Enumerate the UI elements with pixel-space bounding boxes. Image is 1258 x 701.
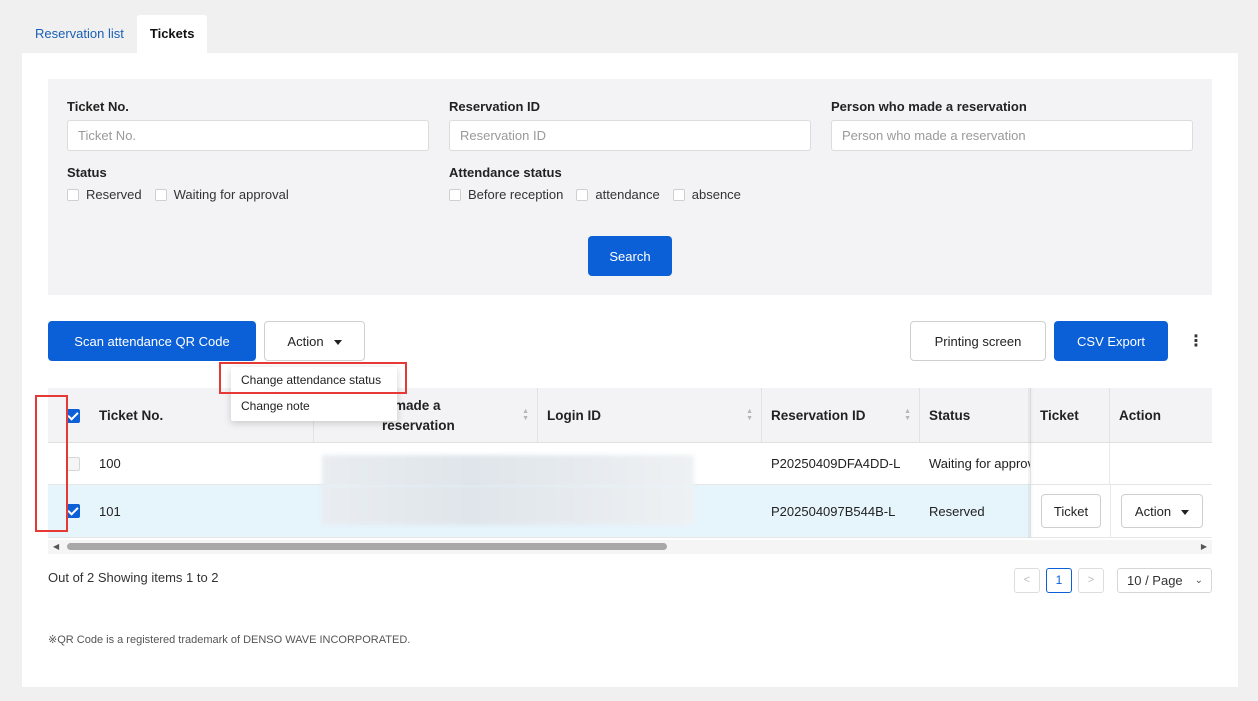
col-label: Ticket No. — [99, 408, 164, 423]
scroll-left-icon[interactable]: ◀ — [53, 542, 59, 551]
col-label: Action — [1119, 408, 1161, 423]
menu-item-change-attendance-status[interactable]: Change attendance status — [231, 367, 397, 393]
reservation-id-field: Reservation ID — [449, 99, 811, 151]
col-reservation-id[interactable]: Reservation ID ▲ ▼ — [762, 388, 920, 443]
row-checkbox[interactable] — [66, 504, 80, 518]
col-label: Login ID — [547, 408, 601, 423]
row-select-cell — [48, 485, 90, 537]
checkbox-box[interactable] — [576, 188, 589, 201]
table-row-selected[interactable]: 101 P202504097B544B-L Reserved Ticket Ac… — [48, 485, 1212, 538]
attendance-field: Attendance status Before reception atten… — [449, 165, 809, 202]
checkbox-label: attendance — [595, 187, 660, 202]
table-row[interactable]: 100 P20250409DFA4DD-L Waiting for approv… — [48, 443, 1212, 495]
ticket-no-cell: 101 — [99, 503, 121, 519]
col-login-id[interactable]: Login ID ▲ ▼ — [538, 388, 762, 443]
ticket-no-label: Ticket No. — [67, 99, 129, 114]
filter-panel: Ticket No. Reservation ID Person who mad… — [48, 79, 1212, 295]
tickets-panel: Ticket No. Reservation ID Person who mad… — [22, 53, 1238, 687]
redacted-data — [322, 485, 694, 525]
caret-down-icon — [333, 339, 342, 345]
chevron-down-icon: ⌄ — [1194, 575, 1203, 586]
status-waiting-checkbox[interactable]: Waiting for approval — [154, 187, 289, 202]
status-label: Status — [67, 165, 107, 180]
row-action-button[interactable]: Action — [1121, 494, 1203, 528]
status-options: Reserved Waiting for approval — [67, 187, 302, 202]
action-dropdown-menu: Change attendance status Change note — [231, 367, 397, 421]
scroll-thumb[interactable] — [67, 543, 667, 550]
page-1-button[interactable]: 1 — [1046, 568, 1072, 593]
tab-reservation-list[interactable]: Reservation list — [22, 15, 137, 53]
ticket-no-field: Ticket No. — [67, 99, 429, 151]
checkbox-label: Before reception — [468, 187, 564, 202]
checkbox-box[interactable] — [67, 188, 79, 201]
reservation-id-input[interactable] — [449, 120, 811, 151]
tab-bar: Reservation list Tickets — [22, 15, 208, 53]
person-field: Person who made a reservation — [831, 99, 1193, 151]
row-checkbox[interactable] — [66, 456, 80, 471]
pagination-summary: Out of 2 Showing items 1 to 2 — [48, 570, 219, 585]
sort-icon[interactable]: ▲ ▼ — [904, 408, 911, 422]
attendance-options: Before reception attendance absence — [449, 187, 754, 202]
tickets-table: Ticket No. o made a reservation ▲ ▼ Login… — [48, 388, 1212, 538]
fixed-column-shadow — [1028, 388, 1034, 538]
printing-screen-button[interactable]: Printing screen — [910, 321, 1046, 361]
action-cell: Action — [1110, 485, 1212, 537]
ticket-button[interactable]: Ticket — [1041, 494, 1101, 528]
ticket-cell: Ticket — [1030, 485, 1110, 537]
reservation-id-cell: P20250409DFA4DD-L — [771, 456, 901, 471]
page-size-select[interactable]: 10 / Page ⌄ — [1117, 568, 1212, 593]
sort-icon[interactable]: ▲ ▼ — [746, 408, 753, 422]
search-button[interactable]: Search — [588, 236, 672, 276]
reservation-id-label: Reservation ID — [449, 99, 541, 114]
status-reserved-checkbox[interactable]: Reserved — [67, 187, 142, 202]
status-cell: Waiting for approval — [929, 456, 1030, 471]
col-label: Status — [929, 408, 971, 423]
status-cell: Reserved — [929, 503, 985, 519]
caret-down-icon — [1181, 509, 1190, 515]
checkbox-box[interactable] — [449, 188, 461, 201]
scan-qr-button[interactable]: Scan attendance QR Code — [48, 321, 256, 361]
attendance-attendance-checkbox[interactable]: attendance — [576, 187, 660, 202]
col-status: Status — [920, 388, 1030, 443]
reservation-id-cell: P202504097B544B-L — [771, 503, 896, 519]
bulk-action-button[interactable]: Action — [264, 321, 365, 361]
ticket-no-cell: 100 — [99, 456, 121, 471]
col-ticket: Ticket — [1031, 388, 1109, 443]
csv-export-button[interactable]: CSV Export — [1054, 321, 1168, 361]
ticket-no-input[interactable] — [67, 120, 429, 151]
person-label: Person who made a reservation — [831, 99, 1027, 114]
page-size-value: 10 / Page — [1127, 573, 1183, 588]
tab-tickets[interactable]: Tickets — [136, 15, 208, 53]
qr-trademark-note: ※QR Code is a registered trademark of DE… — [48, 634, 411, 646]
horizontal-scrollbar[interactable]: ◀ ▶ — [48, 540, 1212, 554]
status-field: Status Reserved Waiting for approval — [67, 165, 427, 202]
menu-item-change-note[interactable]: Change note — [231, 393, 397, 419]
bulk-action-label: Action — [287, 333, 324, 349]
more-options-icon[interactable]: ⋮ — [1188, 332, 1204, 352]
attendance-label: Attendance status — [449, 165, 562, 180]
person-input[interactable] — [831, 120, 1193, 151]
table-header: Ticket No. o made a reservation ▲ ▼ Login… — [48, 388, 1212, 443]
next-page-button[interactable]: > — [1078, 568, 1104, 593]
checkbox-label: Waiting for approval — [173, 187, 289, 202]
checkbox-box[interactable] — [672, 188, 685, 201]
col-label: Reservation ID — [771, 408, 866, 423]
row-action-label: Action — [1134, 503, 1172, 519]
scroll-right-icon[interactable]: ▶ — [1201, 542, 1207, 551]
col-action: Action — [1110, 388, 1212, 443]
checkbox-label: Reserved — [86, 187, 142, 202]
checkbox-box[interactable] — [154, 188, 167, 201]
row-select-cell — [48, 443, 90, 484]
select-all-checkbox[interactable] — [66, 408, 80, 423]
prev-page-button[interactable]: < — [1014, 568, 1040, 593]
sort-icon[interactable]: ▲ ▼ — [522, 408, 529, 422]
checkbox-label: absence — [691, 187, 741, 202]
col-label: Ticket — [1040, 408, 1079, 423]
select-all-cell — [48, 388, 90, 443]
attendance-absence-checkbox[interactable]: absence — [672, 187, 741, 202]
attendance-before-checkbox[interactable]: Before reception — [449, 187, 563, 202]
